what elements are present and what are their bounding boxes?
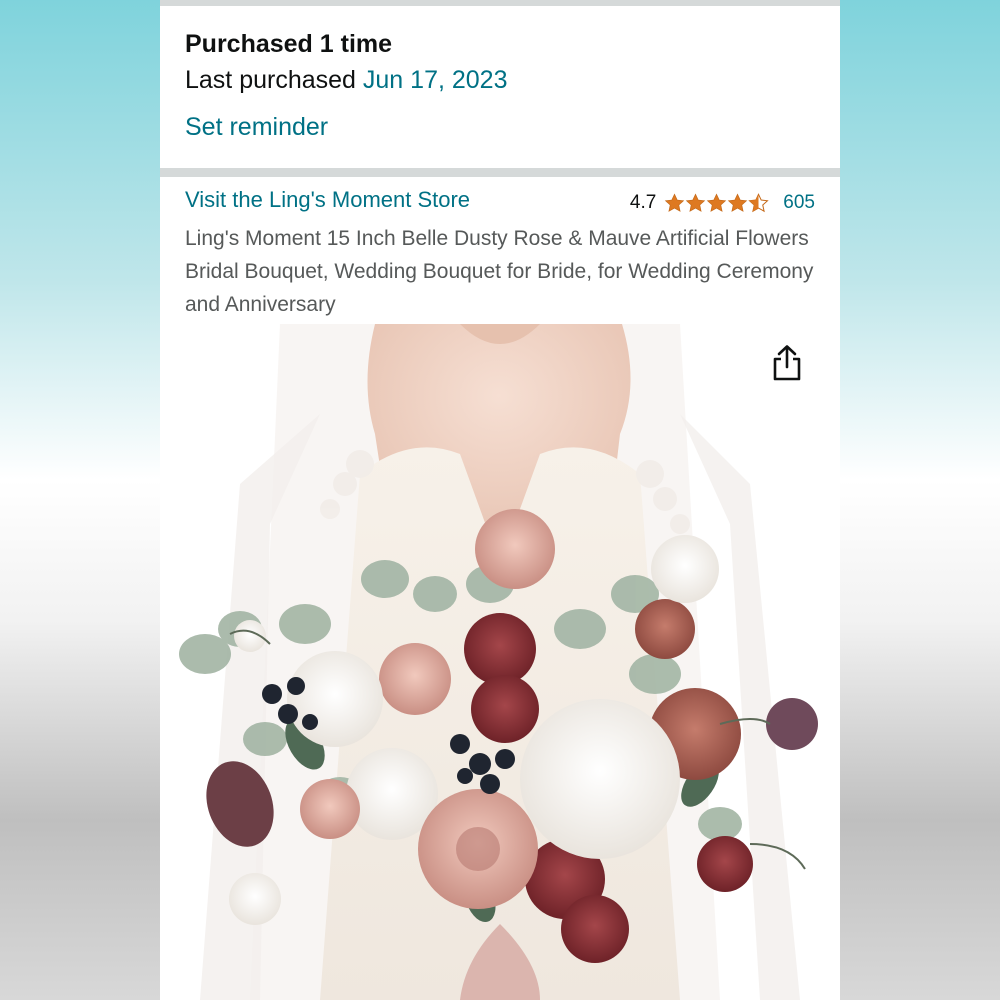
rating-value: 4.7: [629, 192, 657, 213]
review-count[interactable]: 605: [783, 192, 815, 214]
last-purchased-label: Last purchased: [185, 66, 356, 94]
product-image[interactable]: [160, 324, 840, 1000]
star-icon: [728, 193, 748, 212]
last-purchased-date[interactable]: Jun 17, 2023: [363, 66, 508, 94]
store-link[interactable]: Visit the Ling's Moment Store: [185, 187, 470, 213]
rating-summary[interactable]: 4.7 605: [630, 192, 815, 214]
star-half-icon: [748, 193, 769, 213]
product-card: Purchased 1 time Last purchased Jun 17, …: [160, 0, 840, 1000]
star-icon: [686, 193, 706, 212]
product-title[interactable]: Ling's Moment 15 Inch Belle Dusty Rose &…: [185, 222, 825, 321]
star-icon: [707, 193, 727, 212]
share-icon[interactable]: [770, 344, 804, 382]
purchase-history: Purchased 1 time Last purchased Jun 17, …: [185, 28, 507, 145]
last-purchased: Last purchased Jun 17, 2023: [185, 62, 507, 98]
purchased-count: Purchased 1 time: [185, 30, 393, 58]
set-reminder-link[interactable]: Set reminder: [185, 109, 507, 145]
star-rating: [664, 193, 769, 213]
top-divider: [160, 0, 840, 6]
star-icon: [665, 193, 685, 212]
section-divider: [160, 168, 840, 177]
